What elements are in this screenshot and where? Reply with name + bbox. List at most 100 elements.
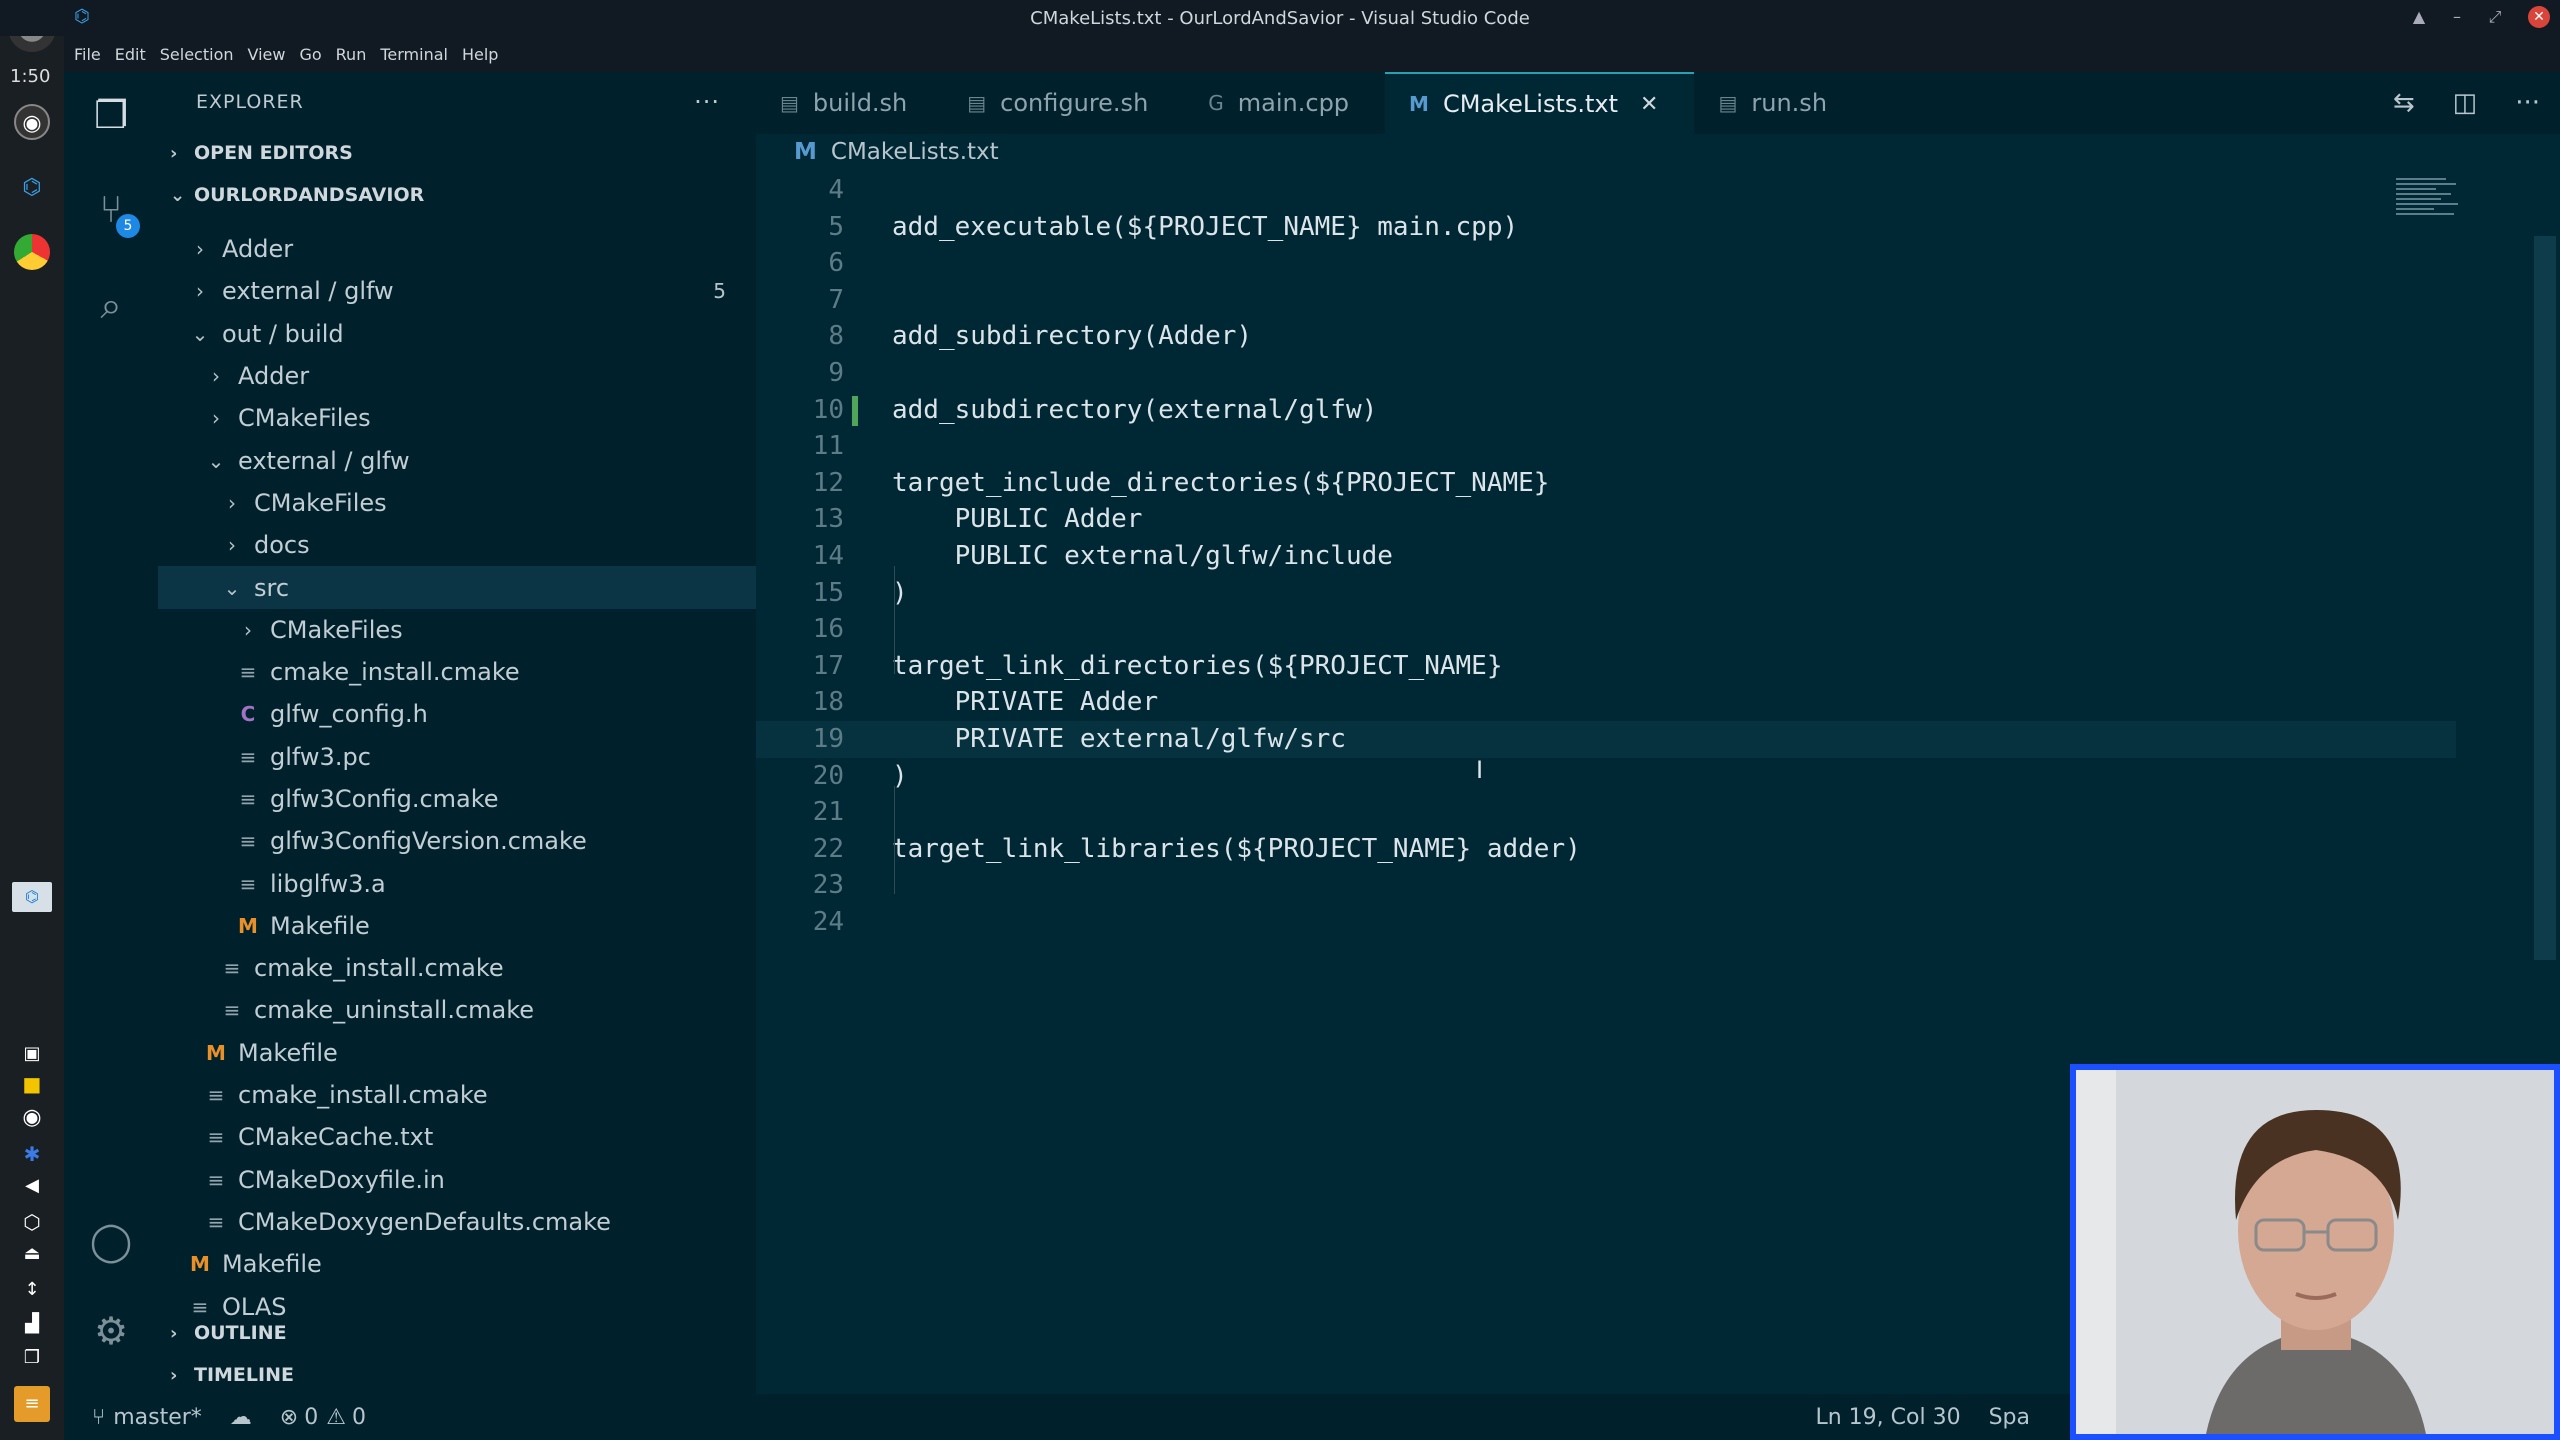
tab-configure-sh[interactable]: ▤ configure.sh	[943, 72, 1184, 134]
warning-count[interactable]: 0	[352, 1405, 366, 1430]
menu-go[interactable]: Go	[299, 45, 321, 64]
tree-item[interactable]: ≡ glfw3Config.cmake	[158, 778, 756, 820]
workspace-section[interactable]: ⌄ OURLORDANDSAVIOR	[158, 174, 756, 216]
tree-item[interactable]: ⌄ out / build	[158, 313, 756, 355]
tree-item[interactable]: Cglfw_config.h	[158, 693, 756, 735]
tree-item[interactable]: › CMakeFiles	[158, 609, 756, 651]
vscode-icon[interactable]: ⌬	[14, 170, 50, 206]
branch-icon[interactable]: ⑂	[92, 1405, 105, 1430]
code-editor[interactable]: 4 5 add_executable(${PROJECT_NAME} main.cp…	[756, 172, 2456, 940]
code-line[interactable]: 23	[756, 867, 2456, 904]
tray-package-icon[interactable]: ⬡	[14, 1204, 50, 1240]
code-line[interactable]: 16	[756, 611, 2456, 648]
tray-notes-icon[interactable]: ≡	[14, 1386, 50, 1422]
tree-item[interactable]: › Adder	[158, 228, 756, 270]
git-change-marker[interactable]	[852, 395, 858, 426]
tab-cmakelists-txt[interactable]: M CMakeLists.txt ✕	[1385, 72, 1695, 134]
code-line[interactable]: 10 add_subdirectory(external/glfw)	[756, 392, 2456, 429]
code-line[interactable]: 20)	[756, 758, 2456, 795]
breadcrumb[interactable]: M CMakeLists.txt	[756, 134, 2560, 170]
tree-item[interactable]: ≡ cmake_install.cmake	[158, 1074, 756, 1116]
tree-item[interactable]: ⌄ external / glfw	[158, 439, 756, 481]
tree-item[interactable]: ≡ cmake_uninstall.cmake	[158, 989, 756, 1031]
menu-terminal[interactable]: Terminal	[380, 45, 448, 64]
obs-icon[interactable]: ◉	[14, 104, 50, 140]
code-line[interactable]: 4	[756, 172, 2456, 209]
menu-file[interactable]: File	[74, 45, 101, 64]
error-icon[interactable]: ⊗	[280, 1405, 298, 1430]
explorer-icon[interactable]: ❐	[86, 90, 136, 140]
tab-run-sh[interactable]: ▤ run.sh	[1694, 72, 1863, 134]
code-line[interactable]: 22 target_link_libraries(${PROJECT_NAME} …	[756, 831, 2456, 868]
close-icon[interactable]: ✕	[1640, 92, 1658, 117]
tree-item[interactable]: M Makefile	[158, 1032, 756, 1074]
tray-network-icon[interactable]: ▟	[14, 1306, 50, 1342]
account-icon[interactable]: ◯	[86, 1216, 136, 1266]
tree-item[interactable]: ≡ cmake_install.cmake	[158, 947, 756, 989]
code-line[interactable]: 11	[756, 428, 2456, 465]
outline-section[interactable]: › OUTLINE	[158, 1312, 756, 1354]
minimize-button[interactable]: –	[2446, 6, 2468, 28]
code-line[interactable]: 19 PRIVATE external/glfw/src	[756, 720, 2456, 758]
menu-run[interactable]: Run	[336, 45, 367, 64]
code-line[interactable]: 17 target_link_directories(${PROJECT_NAME…	[756, 648, 2456, 685]
code-line[interactable]: 8 add_subdirectory(Adder)	[756, 318, 2456, 355]
timeline-section[interactable]: › TIMELINE	[158, 1354, 756, 1396]
tree-item[interactable]: ≡ CMakeDoxygenDefaults.cmake	[158, 1201, 756, 1243]
search-icon[interactable]: ⌕	[86, 280, 136, 330]
tree-item[interactable]: › CMakeFiles	[158, 482, 756, 524]
warning-icon[interactable]: ⚠	[326, 1405, 346, 1430]
code-line[interactable]: 6	[756, 245, 2456, 282]
editor-scrollbar[interactable]	[2534, 236, 2556, 960]
menu-help[interactable]: Help	[462, 45, 498, 64]
more-actions-icon[interactable]: ···	[694, 88, 720, 116]
more-actions-icon[interactable]: ···	[2515, 88, 2540, 118]
tray-obs-icon[interactable]: ◉	[14, 1100, 50, 1136]
menu-view[interactable]: View	[248, 45, 286, 64]
tree-item[interactable]: › CMakeFiles	[158, 397, 756, 439]
code-line[interactable]: 12 target_include_directories(${PROJECT_N…	[756, 465, 2456, 502]
tray-bluetooth-icon[interactable]: ✱	[14, 1136, 50, 1172]
close-window-button[interactable]: ✕	[2528, 6, 2550, 28]
tree-item[interactable]: ≡ cmake_install.cmake	[158, 651, 756, 693]
code-line[interactable]: 13 PUBLIC Adder	[756, 501, 2456, 538]
breadcrumb-file[interactable]: CMakeLists.txt	[831, 139, 999, 165]
maximize-button[interactable]: ⤢	[2484, 6, 2506, 28]
menu-selection[interactable]: Selection	[160, 45, 234, 64]
open-editors-section[interactable]: › OPEN EDITORS	[158, 132, 756, 174]
error-count[interactable]: 0	[304, 1405, 318, 1430]
tray-folder-icon[interactable]: ■	[14, 1066, 50, 1102]
tree-item[interactable]: M Makefile	[158, 1243, 756, 1285]
tree-item[interactable]: M Makefile	[158, 905, 756, 947]
tab-build-sh[interactable]: ▤ build.sh	[756, 72, 943, 134]
cursor-position[interactable]: Ln 19, Col 30	[1815, 1405, 1960, 1430]
code-line[interactable]: 15)	[756, 575, 2456, 612]
menu-edit[interactable]: Edit	[115, 45, 146, 64]
branch-name[interactable]: master*	[113, 1405, 202, 1430]
tree-item[interactable]: ≡ libglfw3.a	[158, 862, 756, 904]
tray-volume-icon[interactable]: ◀	[14, 1168, 50, 1204]
tray-eject-icon[interactable]: ⏏	[14, 1236, 50, 1272]
code-line[interactable]: 7	[756, 282, 2456, 319]
taskbar-vscode-icon[interactable]: ⌬	[12, 882, 52, 912]
code-line[interactable]: 9	[756, 355, 2456, 392]
chrome-icon[interactable]	[14, 234, 50, 270]
tree-item[interactable]: ≡ glfw3ConfigVersion.cmake	[158, 820, 756, 862]
indentation[interactable]: Spa	[1989, 1405, 2030, 1430]
tree-item[interactable]: ≡ CMakeCache.txt	[158, 1116, 756, 1158]
code-line[interactable]: 18 PRIVATE Adder	[756, 684, 2456, 721]
sync-icon[interactable]: ☁	[230, 1405, 252, 1430]
tree-item[interactable]: ≡ glfw3.pc	[158, 736, 756, 778]
gear-icon[interactable]: ⚙	[86, 1306, 136, 1356]
tray-clipboard-icon[interactable]: ❐	[14, 1340, 50, 1376]
tree-item[interactable]: › Adder	[158, 355, 756, 397]
tree-item[interactable]: › external / glfw 5	[158, 270, 756, 312]
code-line[interactable]: 21	[756, 794, 2456, 831]
minimap[interactable]	[2396, 178, 2466, 238]
tab-main-cpp[interactable]: Gmain.cpp	[1184, 72, 1385, 134]
tree-item[interactable]: ⌄ src	[158, 566, 756, 609]
split-editor-icon[interactable]: ◫	[2453, 88, 2478, 118]
tree-item[interactable]: ≡ CMakeDoxyfile.in	[158, 1159, 756, 1201]
code-line[interactable]: 24	[756, 904, 2456, 941]
code-line[interactable]: 5 add_executable(${PROJECT_NAME} main.cpp…	[756, 209, 2456, 246]
